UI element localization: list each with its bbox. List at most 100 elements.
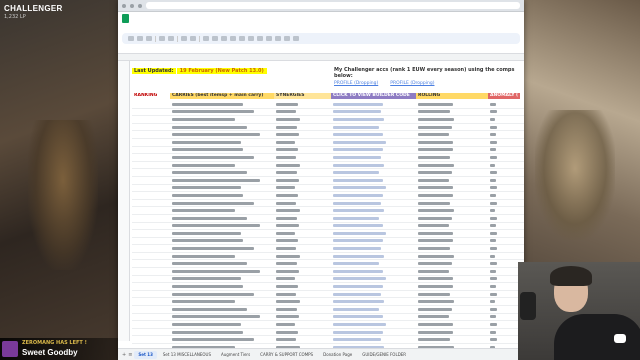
table-cell[interactable] — [170, 260, 274, 267]
table-cell[interactable] — [331, 276, 416, 283]
table-cell[interactable] — [488, 238, 520, 245]
table-cell[interactable] — [132, 253, 170, 260]
table-row[interactable] — [132, 253, 524, 261]
sheet-tab[interactable]: Donation Page — [319, 351, 356, 359]
table-row[interactable] — [132, 321, 524, 329]
table-cell[interactable] — [488, 131, 520, 138]
table-cell[interactable] — [170, 291, 274, 298]
table-cell[interactable] — [331, 177, 416, 184]
table-cell[interactable] — [274, 162, 331, 169]
table-cell[interactable] — [274, 139, 331, 146]
table-row[interactable] — [132, 101, 524, 109]
table-cell[interactable] — [170, 109, 274, 116]
table-cell[interactable] — [331, 283, 416, 290]
table-cell[interactable] — [416, 131, 488, 138]
table-row[interactable] — [132, 154, 524, 162]
table-cell[interactable] — [170, 147, 274, 154]
add-sheet-icon[interactable]: + — [122, 352, 126, 358]
table-cell[interactable] — [132, 306, 170, 313]
sheet-tab[interactable]: Set 13 MISCELLANEOUS — [159, 351, 215, 359]
merge-icon[interactable] — [257, 36, 263, 41]
table-cell[interactable] — [331, 109, 416, 116]
table-cell[interactable] — [132, 200, 170, 207]
window-control-icon[interactable] — [130, 3, 134, 8]
table-cell[interactable] — [488, 276, 520, 283]
table-cell[interactable] — [416, 291, 488, 298]
table-cell[interactable] — [274, 245, 331, 252]
table-cell[interactable] — [132, 238, 170, 245]
sheets-logo-icon[interactable] — [122, 13, 129, 23]
table-cell[interactable] — [488, 336, 520, 343]
table-cell[interactable] — [488, 124, 520, 131]
table-cell[interactable] — [416, 306, 488, 313]
table-cell[interactable] — [416, 177, 488, 184]
table-cell[interactable] — [274, 177, 331, 184]
table-cell[interactable] — [170, 238, 274, 245]
fill-color-icon[interactable] — [239, 36, 245, 41]
zoom-select[interactable] — [159, 36, 165, 41]
table-cell[interactable] — [331, 169, 416, 176]
table-cell[interactable] — [416, 139, 488, 146]
table-cell[interactable] — [170, 268, 274, 275]
table-cell[interactable] — [132, 260, 170, 267]
table-cell[interactable] — [274, 260, 331, 267]
table-cell[interactable] — [331, 314, 416, 321]
table-cell[interactable] — [416, 147, 488, 154]
address-bar[interactable] — [146, 2, 520, 9]
table-cell[interactable] — [416, 298, 488, 305]
table-cell[interactable] — [274, 131, 331, 138]
table-cell[interactable] — [331, 215, 416, 222]
table-cell[interactable] — [488, 223, 520, 230]
table-cell[interactable] — [274, 336, 331, 343]
table-row[interactable] — [132, 207, 524, 215]
table-cell[interactable] — [132, 154, 170, 161]
table-cell[interactable] — [331, 321, 416, 328]
table-cell[interactable] — [331, 306, 416, 313]
table-cell[interactable] — [274, 276, 331, 283]
table-cell[interactable] — [170, 245, 274, 252]
table-cell[interactable] — [488, 291, 520, 298]
table-row[interactable] — [132, 177, 524, 185]
table-cell[interactable] — [488, 200, 520, 207]
table-cell[interactable] — [132, 169, 170, 176]
table-cell[interactable] — [274, 298, 331, 305]
table-cell[interactable] — [331, 230, 416, 237]
table-cell[interactable] — [274, 124, 331, 131]
table-cell[interactable] — [170, 116, 274, 123]
table-row[interactable] — [132, 283, 524, 291]
table-cell[interactable] — [170, 169, 274, 176]
table-cell[interactable] — [132, 131, 170, 138]
table-cell[interactable] — [170, 298, 274, 305]
table-cell[interactable] — [274, 192, 331, 199]
table-cell[interactable] — [416, 260, 488, 267]
table-cell[interactable] — [488, 215, 520, 222]
table-cell[interactable] — [170, 215, 274, 222]
table-cell[interactable] — [170, 124, 274, 131]
table-cell[interactable] — [132, 177, 170, 184]
table-cell[interactable] — [132, 162, 170, 169]
table-cell[interactable] — [274, 230, 331, 237]
table-cell[interactable] — [488, 230, 520, 237]
table-cell[interactable] — [274, 223, 331, 230]
table-row[interactable] — [132, 223, 524, 231]
table-cell[interactable] — [331, 200, 416, 207]
font-select[interactable] — [181, 36, 187, 41]
table-cell[interactable] — [488, 192, 520, 199]
table-cell[interactable] — [331, 147, 416, 154]
table-row[interactable] — [132, 169, 524, 177]
table-cell[interactable] — [488, 101, 520, 108]
table-row[interactable] — [132, 109, 524, 117]
text-color-icon[interactable] — [230, 36, 236, 41]
profile-link[interactable]: PROFILE (Dropping) — [390, 81, 434, 86]
table-cell[interactable] — [170, 177, 274, 184]
table-cell[interactable] — [416, 276, 488, 283]
table-cell[interactable] — [170, 101, 274, 108]
comment-icon[interactable] — [293, 36, 299, 41]
bold-icon[interactable] — [203, 36, 209, 41]
table-cell[interactable] — [331, 253, 416, 260]
table-cell[interactable] — [331, 154, 416, 161]
table-row[interactable] — [132, 230, 524, 238]
table-cell[interactable] — [416, 215, 488, 222]
table-cell[interactable] — [331, 131, 416, 138]
table-cell[interactable] — [170, 329, 274, 336]
